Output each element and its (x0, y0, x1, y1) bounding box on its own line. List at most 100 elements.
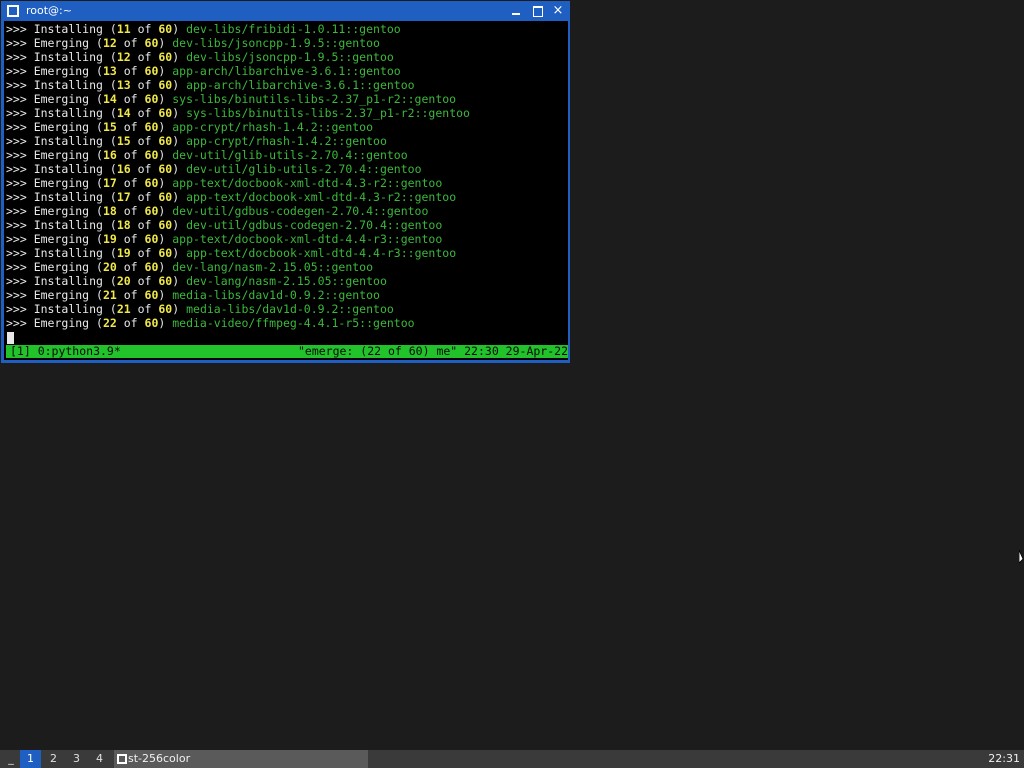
status-info: "emerge: (22 of 60) me" 22:30 29-Apr-22 (297, 344, 568, 358)
line-package: media-libs/dav1d-0.9.2::gentoo (186, 302, 394, 316)
terminal-line: >>> Installing (14 of 60) sys-libs/binut… (6, 106, 470, 120)
line-count: 12 (102, 36, 117, 50)
line-count: 18 (102, 204, 117, 218)
line-prompt: >>> (6, 302, 34, 316)
line-prompt: >>> (6, 148, 34, 162)
line-prompt: >>> (6, 218, 34, 232)
line-prompt: >>> (6, 78, 34, 92)
line-total: 60 (144, 316, 159, 330)
line-verb: Installing (33, 22, 103, 36)
line-prompt: >>> (6, 120, 34, 134)
line-package: dev-libs/fribidi-1.0.11::gentoo (186, 22, 401, 36)
line-verb: Emerging (33, 64, 90, 78)
terminal-line: >>> Installing (13 of 60) app-arch/libar… (6, 78, 415, 92)
maximize-button[interactable] (530, 3, 546, 18)
line-package: dev-util/gdbus-codegen-2.70.4::gentoo (186, 218, 443, 232)
line-count: 21 (102, 288, 117, 302)
line-total: 60 (144, 92, 159, 106)
line-package: app-arch/libarchive-3.6.1::gentoo (172, 64, 401, 78)
line-prompt: >>> (6, 190, 34, 204)
status-window-list[interactable]: [1] 0:python3.9* (10, 345, 121, 358)
terminal-line: >>> Emerging (12 of 60) dev-libs/jsoncpp… (6, 36, 380, 50)
line-count: 20 (116, 274, 131, 288)
line-total: 60 (158, 246, 173, 260)
terminal-line: >>> Emerging (20 of 60) dev-lang/nasm-2.… (6, 260, 374, 274)
terminal-line: >>> Emerging (15 of 60) app-crypt/rhash-… (6, 120, 374, 134)
line-count: 13 (116, 78, 131, 92)
workspace-button-1[interactable]: 1 (20, 750, 41, 768)
terminal-line: >>> Installing (21 of 60) media-libs/dav… (6, 302, 394, 316)
task-button-st[interactable]: st-256color (114, 750, 368, 768)
terminal-line: >>> Installing (11 of 60) dev-libs/fribi… (6, 22, 401, 36)
line-total: 60 (144, 36, 159, 50)
line-prompt: >>> (6, 134, 34, 148)
line-package: sys-libs/binutils-libs-2.37_p1-r2::gento… (172, 92, 457, 106)
line-prompt: >>> (6, 22, 34, 36)
line-prompt: >>> (6, 64, 34, 78)
line-verb: Emerging (33, 148, 90, 162)
terminal-line: >>> Emerging (18 of 60) dev-util/gdbus-c… (6, 204, 429, 218)
line-prompt: >>> (6, 36, 34, 50)
terminal-area[interactable]: >>> Installing (11 of 60) dev-libs/fribi… (4, 21, 568, 360)
terminal-line: >>> Emerging (21 of 60) media-libs/dav1d… (6, 288, 380, 302)
line-total: 60 (158, 22, 173, 36)
terminal-output: >>> Installing (11 of 60) dev-libs/fribi… (6, 22, 470, 330)
window-titlebar[interactable]: root@:~ × (1, 1, 570, 20)
line-count: 15 (102, 120, 117, 134)
line-package: app-text/docbook-xml-dtd-4.3-r2::gentoo (186, 190, 457, 204)
window-title: root@:~ (26, 4, 72, 17)
menu-button[interactable]: _ (4, 750, 18, 768)
line-total: 60 (158, 50, 173, 64)
workspace-button-4[interactable]: 4 (89, 750, 110, 768)
line-total: 60 (158, 162, 173, 176)
line-prompt: >>> (6, 274, 34, 288)
line-total: 60 (158, 78, 173, 92)
line-package: sys-libs/binutils-libs-2.37_p1-r2::gento… (186, 106, 470, 120)
line-prompt: >>> (6, 162, 34, 176)
line-count: 12 (116, 50, 131, 64)
line-count: 18 (116, 218, 131, 232)
line-total: 60 (144, 288, 159, 302)
clock: 22:31 (988, 752, 1020, 765)
workspace-button-3[interactable]: 3 (66, 750, 87, 768)
terminal-window[interactable]: root@:~ × >>> Installing (11 of 60) dev-… (1, 1, 570, 363)
line-count: 16 (116, 162, 131, 176)
line-count: 20 (102, 260, 117, 274)
line-count: 13 (102, 64, 117, 78)
line-verb: Installing (33, 246, 103, 260)
line-count: 16 (102, 148, 117, 162)
taskbar: _ 1234 st-256color 22:31 (0, 750, 1024, 768)
line-verb: Installing (33, 134, 103, 148)
terminal-line: >>> Installing (12 of 60) dev-libs/jsonc… (6, 50, 394, 64)
line-verb: Installing (33, 190, 103, 204)
workspace-button-2[interactable]: 2 (43, 750, 64, 768)
line-count: 11 (116, 22, 131, 36)
line-package: media-libs/dav1d-0.9.2::gentoo (172, 288, 380, 302)
line-verb: Emerging (33, 176, 90, 190)
terminal-line: >>> Installing (17 of 60) app-text/docbo… (6, 190, 457, 204)
line-total: 60 (144, 232, 159, 246)
line-verb: Installing (33, 50, 103, 64)
terminal-line: >>> Installing (18 of 60) dev-util/gdbus… (6, 218, 443, 232)
line-package: dev-util/gdbus-codegen-2.70.4::gentoo (172, 204, 429, 218)
line-package: dev-libs/jsoncpp-1.9.5::gentoo (172, 36, 380, 50)
line-prompt: >>> (6, 288, 34, 302)
line-count: 17 (102, 176, 117, 190)
line-total: 60 (158, 134, 173, 148)
line-total: 60 (144, 204, 159, 218)
line-prompt: >>> (6, 246, 34, 260)
line-total: 60 (158, 106, 173, 120)
line-prompt: >>> (6, 232, 34, 246)
line-total: 60 (158, 218, 173, 232)
line-verb: Emerging (33, 204, 90, 218)
minimize-button[interactable] (508, 3, 524, 18)
line-verb: Emerging (33, 288, 90, 302)
line-package: app-text/docbook-xml-dtd-4.4-r3::gentoo (186, 246, 457, 260)
line-count: 21 (116, 302, 131, 316)
line-package: dev-libs/jsoncpp-1.9.5::gentoo (186, 50, 394, 64)
line-verb: Emerging (33, 120, 90, 134)
terminal-line: >>> Installing (20 of 60) dev-lang/nasm-… (6, 274, 387, 288)
tmux-status-bar: [1] 0:python3.9* "emerge: (22 of 60) me"… (6, 345, 568, 358)
minimize-icon (512, 13, 520, 15)
close-button[interactable]: × (550, 3, 566, 18)
